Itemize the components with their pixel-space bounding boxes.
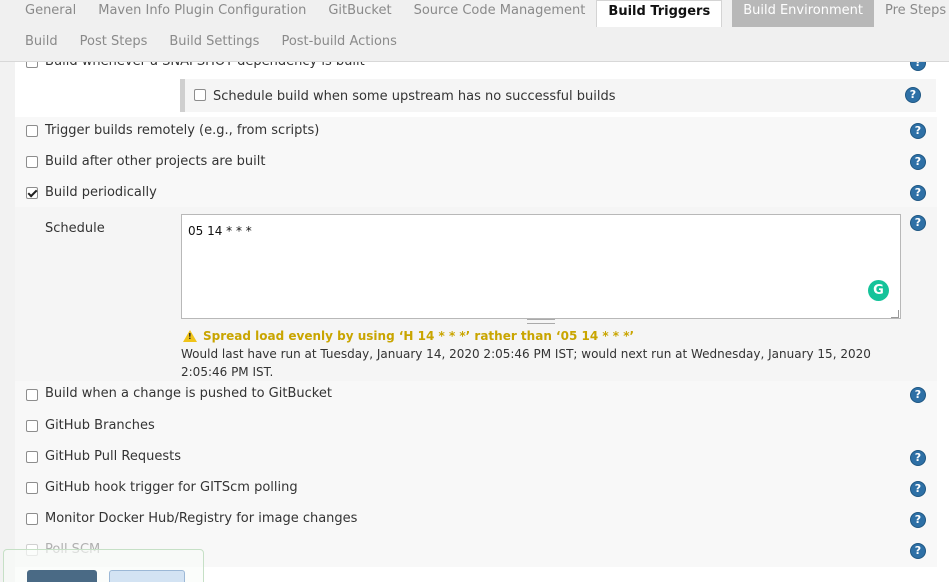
gh-hook-checkbox[interactable] — [26, 482, 38, 494]
tab-build-environment[interactable]: Build Environment — [732, 0, 874, 27]
section-left-gutter — [0, 62, 15, 582]
gh-branches-label: GitHub Branches — [45, 418, 155, 433]
trigger-row-gh-hook: GitHub hook trigger for GITScm polling ? — [15, 474, 937, 505]
help-icon[interactable]: ? — [910, 185, 926, 201]
textarea-drag-handle[interactable] — [527, 319, 555, 324]
tab-post-steps[interactable]: Post Steps — [69, 31, 159, 58]
tab-general[interactable]: General — [14, 0, 87, 27]
tab-build[interactable]: Build — [14, 31, 69, 58]
help-icon[interactable]: ? — [910, 215, 926, 231]
upstream-option-box: Schedule build when some upstream has no… — [180, 79, 936, 112]
upstream-label: Schedule build when some upstream has no… — [213, 89, 616, 104]
build-triggers-section: Build whenever a SNAPSHOT dependency is … — [0, 48, 949, 582]
help-icon[interactable]: ? — [910, 387, 926, 403]
apply-button[interactable] — [109, 570, 185, 582]
gh-branches-checkbox[interactable] — [26, 420, 38, 432]
upstream-option-row: Schedule build when some upstream has no… — [15, 76, 937, 116]
gitbucket-checkbox[interactable] — [26, 389, 38, 401]
help-icon[interactable]: ? — [910, 154, 926, 170]
upstream-checkbox[interactable] — [194, 89, 206, 101]
trigger-row-after-other: Build after other projects are built ? — [15, 148, 937, 179]
help-icon[interactable]: ? — [910, 450, 926, 466]
help-icon[interactable]: ? — [905, 87, 921, 103]
docker-checkbox[interactable] — [26, 513, 38, 525]
tab-row-2: Build Post Steps Build Settings Post-bui… — [14, 31, 408, 58]
schedule-block: Schedule 05 14 * * * G ! Spread load even… — [15, 207, 937, 381]
trigger-row-gitbucket: Build when a change is pushed to GitBuck… — [15, 381, 937, 412]
trigger-row-gh-branches: GitHub Branches — [15, 412, 937, 443]
tab-row-1: General Maven Info Plugin Configuration … — [14, 0, 949, 27]
help-icon[interactable]: ? — [910, 481, 926, 497]
schedule-warning-text: Spread load evenly by using ‘H 14 * * *’… — [203, 329, 635, 343]
schedule-warning: ! Spread load evenly by using ‘H 14 * * *… — [183, 328, 634, 343]
tab-maven-info[interactable]: Maven Info Plugin Configuration — [87, 0, 317, 27]
save-button[interactable] — [27, 570, 97, 582]
tab-build-triggers[interactable]: Build Triggers — [596, 0, 723, 27]
trigger-row-remote: Trigger builds remotely (e.g., from scri… — [15, 117, 937, 148]
grammarly-icon[interactable]: G — [868, 280, 889, 301]
textarea-resize-handle[interactable] — [891, 310, 899, 318]
periodic-checkbox[interactable] — [26, 187, 38, 199]
docker-label: Monitor Docker Hub/Registry for image ch… — [45, 511, 358, 526]
trigger-row-periodic: Build periodically ? — [15, 179, 937, 207]
tab-gitbucket[interactable]: GitBucket — [317, 0, 402, 27]
tab-pre-steps[interactable]: Pre Steps — [874, 0, 949, 27]
tab-post-build-actions[interactable]: Post-build Actions — [270, 31, 407, 58]
schedule-run-info: Would last have run at Tuesday, January … — [181, 347, 871, 379]
periodic-label: Build periodically — [45, 185, 157, 200]
schedule-label: Schedule — [45, 221, 105, 236]
save-apply-bar — [3, 549, 204, 582]
gh-pr-label: GitHub Pull Requests — [45, 449, 181, 464]
gh-hook-label: GitHub hook trigger for GITScm polling — [45, 480, 298, 495]
remote-trigger-checkbox[interactable] — [26, 125, 38, 137]
gitbucket-label: Build when a change is pushed to GitBuck… — [45, 386, 332, 401]
trigger-row-docker: Monitor Docker Hub/Registry for image ch… — [15, 505, 937, 536]
gh-pr-checkbox[interactable] — [26, 451, 38, 463]
warning-icon: ! — [183, 330, 197, 342]
tab-source-code-management[interactable]: Source Code Management — [403, 0, 597, 27]
trigger-row-gh-pr: GitHub Pull Requests ? — [15, 443, 937, 474]
remote-trigger-label: Trigger builds remotely (e.g., from scri… — [45, 123, 320, 138]
after-other-checkbox[interactable] — [26, 156, 38, 168]
config-tab-bar: General Maven Info Plugin Configuration … — [0, 0, 949, 62]
tab-build-settings[interactable]: Build Settings — [158, 31, 270, 58]
help-icon[interactable]: ? — [910, 512, 926, 528]
schedule-textarea[interactable]: 05 14 * * * — [181, 214, 901, 319]
help-icon[interactable]: ? — [910, 123, 926, 139]
after-other-label: Build after other projects are built — [45, 154, 266, 169]
help-icon[interactable]: ? — [910, 543, 926, 559]
